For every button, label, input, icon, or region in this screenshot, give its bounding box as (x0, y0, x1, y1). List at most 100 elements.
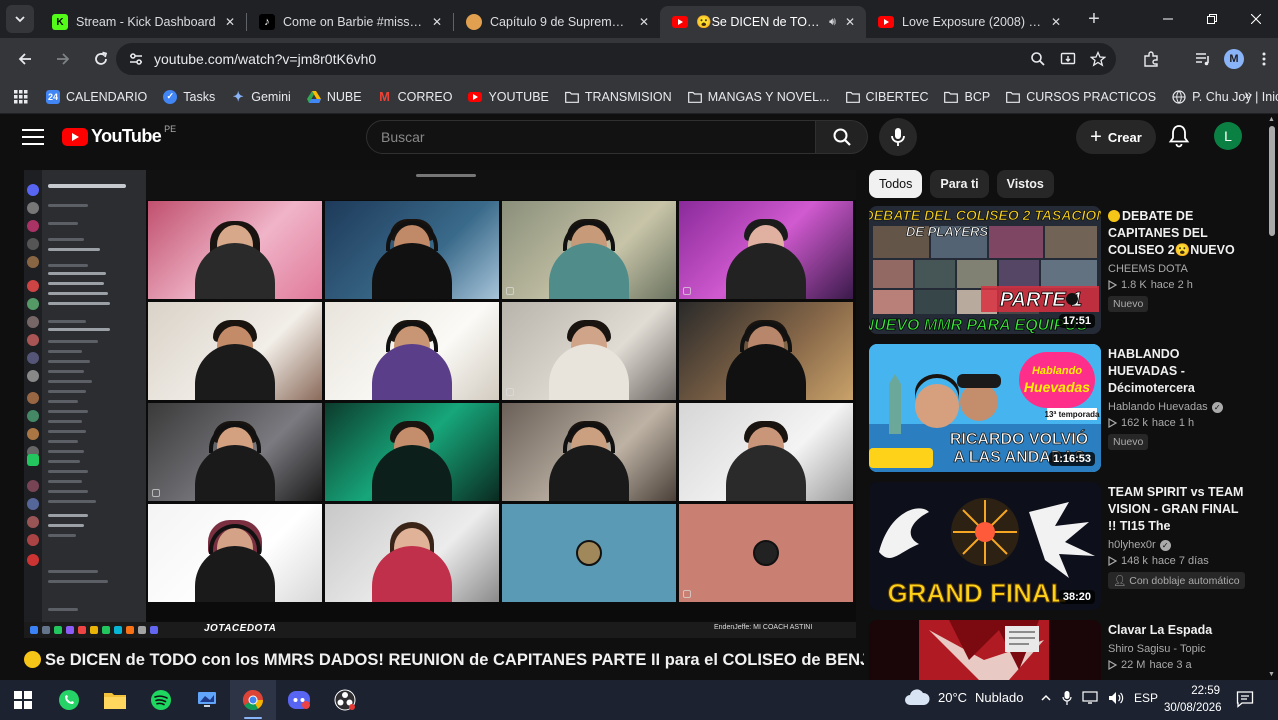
bookmark-folder-cibertec[interactable]: CIBERTEC (838, 84, 937, 110)
close-icon[interactable]: ✕ (222, 14, 238, 30)
video-thumbnail[interactable]: GRAND FINAL 38:20 (869, 482, 1101, 610)
language-indicator[interactable]: ESP (1134, 691, 1158, 705)
video-title[interactable]: TEAM SPIRIT vs TEAM VISION - GRAN FINAL … (1108, 484, 1246, 535)
bookmark-label: P. Chu Joy | Inicio (1192, 89, 1278, 104)
close-icon[interactable]: ✕ (842, 14, 858, 30)
recommended-video[interactable]: Hablando Huevadas 13ª temporada RICARDO … (869, 344, 1249, 472)
close-window-button[interactable] (1234, 0, 1278, 38)
start-button[interactable] (0, 680, 46, 720)
video-title[interactable]: HABLANDO HUEVADAS - Décimotercera Tempor… (1108, 346, 1246, 397)
recommended-video[interactable]: Clavar La Espada Shiro Sagisu - Topic 22… (869, 620, 1249, 680)
video-title[interactable]: Clavar La Espada (1108, 622, 1246, 639)
desktop-app-icon (198, 692, 216, 707)
recommended-video[interactable]: GRAND FINAL 38:20 TEAM SPIRIT vs TEAM VI… (869, 482, 1249, 610)
scrollbar-thumb[interactable] (1269, 126, 1275, 236)
tab-search-button[interactable] (6, 5, 34, 33)
speaker-icon[interactable]: 🔊︎ (829, 16, 836, 29)
video-thumbnail[interactable]: Hablando Huevadas 13ª temporada RICARDO … (869, 344, 1101, 472)
channel-name[interactable]: CHEEMS DOTA (1108, 263, 1246, 275)
channel-name[interactable]: Shiro Sagisu - Topic (1108, 643, 1246, 655)
chevron-up-icon[interactable] (1040, 692, 1052, 704)
forward-button[interactable] (46, 42, 80, 76)
install-app-icon[interactable] (1060, 51, 1076, 67)
bookmark-folder-mangas[interactable]: MANGAS Y NOVEL... (680, 84, 838, 110)
taskbar-chrome[interactable] (230, 680, 276, 720)
channel-name[interactable]: h0lyhex0r ✓ (1108, 539, 1246, 551)
bookmark-nube[interactable]: NUBE (299, 84, 370, 110)
weather-widget[interactable]: 20°C Nublado (904, 688, 1023, 706)
site-info-icon[interactable] (122, 51, 150, 67)
video-thumbnail[interactable] (869, 620, 1101, 680)
page-scrollbar[interactable]: ▲ ▼ (1266, 114, 1278, 680)
back-button[interactable] (8, 42, 42, 76)
bookmark-tasks[interactable]: ✓ Tasks (155, 84, 223, 110)
folder-icon (687, 90, 702, 104)
upload-age: hace 1 h (1151, 417, 1195, 429)
chip-todos[interactable]: Todos (869, 170, 923, 198)
network-icon[interactable] (1082, 691, 1098, 705)
media-control-icon[interactable] (1194, 50, 1212, 68)
recommended-video[interactable]: DEBATE DEL COLISEO 2 TASACION DE PLAYERS… (869, 206, 1249, 334)
taskbar-whatsapp[interactable] (46, 680, 92, 720)
chip-para-ti[interactable]: Para ti (930, 170, 989, 198)
channel-name[interactable]: Hablando Huevadas ✓ (1108, 401, 1246, 413)
close-icon[interactable]: ✕ (636, 14, 652, 30)
apps-button[interactable] (0, 84, 38, 110)
youtube-logo[interactable]: YouTube PE (62, 124, 176, 147)
taskbar-file-explorer[interactable] (92, 680, 138, 720)
scroll-up-arrow-icon[interactable]: ▲ (1268, 116, 1275, 123)
bookmark-star-icon[interactable] (1090, 51, 1106, 67)
chip-vistos[interactable]: Vistos (996, 170, 1054, 198)
account-avatar[interactable]: L (1214, 122, 1242, 150)
bookmark-folder-bcp[interactable]: BCP (936, 84, 998, 110)
zoom-icon[interactable] (1030, 51, 1046, 67)
taskbar-spotify[interactable] (138, 680, 184, 720)
bookmark-folder-cursos[interactable]: CURSOS PRACTICOS (998, 84, 1164, 110)
video-call-topbar (146, 170, 856, 200)
taskbar-desktop-app[interactable] (184, 680, 230, 720)
microphone-icon[interactable] (1062, 690, 1072, 706)
browser-tab-love-exposure[interactable]: Love Exposure (2008) Sion S ✕ (866, 6, 1072, 38)
scroll-down-arrow-icon[interactable]: ▼ (1268, 671, 1275, 678)
views-play-icon (1108, 556, 1117, 566)
search-input[interactable] (367, 121, 815, 153)
video-info: Clavar La Espada Shiro Sagisu - Topic 22… (1108, 622, 1246, 671)
tab-label: Stream - Kick Dashboard (76, 15, 216, 29)
bookmark-pchujoy[interactable]: P. Chu Joy | Inicio (1164, 84, 1278, 110)
profile-avatar[interactable]: M (1224, 49, 1244, 69)
microphone-icon (891, 128, 905, 146)
more-vert-icon[interactable] (1256, 51, 1272, 67)
search-button[interactable] (816, 120, 868, 154)
bookmark-folder-transmision[interactable]: TRANSMISION (557, 84, 680, 110)
close-icon[interactable]: ✕ (429, 14, 445, 30)
menu-hamburger-icon[interactable] (22, 126, 44, 146)
notification-center-button[interactable] (1236, 690, 1254, 713)
browser-tab-tiktok[interactable]: ♪ Come on Barbie #missasinfo ✕ (247, 6, 453, 38)
close-icon[interactable]: ✕ (1048, 14, 1064, 30)
bookmarks-overflow-button[interactable]: » (1244, 86, 1252, 102)
create-button[interactable]: + Crear (1076, 120, 1156, 154)
reload-button[interactable] (84, 42, 118, 76)
browser-tab-youtube-active[interactable]: 😮Se DICEN de TODO c 🔊︎ ✕ (660, 6, 866, 38)
video-info: HABLANDO HUEVADAS - Décimotercera Tempor… (1108, 346, 1246, 450)
minimize-button[interactable] (1146, 0, 1190, 38)
voice-search-button[interactable] (879, 118, 917, 156)
clock[interactable]: 22:59 30/08/2026 (1164, 683, 1222, 717)
taskbar-obs[interactable] (322, 680, 368, 720)
video-player[interactable]: JOTACEDOTA EndenJeffe: MI COACH ASTINI (24, 170, 856, 638)
bookmark-gemini[interactable]: ✦ Gemini (223, 84, 299, 110)
browser-tab-kick[interactable]: K Stream - Kick Dashboard ✕ (40, 6, 246, 38)
address-bar[interactable]: youtube.com/watch?v=jm8r0tK6vh0 (116, 43, 1116, 75)
volume-icon[interactable] (1108, 691, 1124, 705)
restore-button[interactable] (1190, 0, 1234, 38)
video-title[interactable]: DEBATE DE CAPITANES DEL COLISEO 2😮NUEVO … (1108, 208, 1246, 259)
taskbar-discord[interactable] (276, 680, 322, 720)
video-thumbnail[interactable]: DEBATE DEL COLISEO 2 TASACION DE PLAYERS… (869, 206, 1101, 334)
bookmark-calendario[interactable]: 24 CALENDARIO (38, 84, 155, 110)
notifications-button[interactable] (1168, 124, 1190, 153)
browser-tab-manga[interactable]: Capítulo 9 de Supremacía de ✕ (454, 6, 660, 38)
bookmark-youtube[interactable]: YOUTUBE (460, 84, 556, 110)
new-tab-button[interactable]: + (1080, 5, 1108, 33)
extensions-icon[interactable] (1142, 50, 1160, 68)
bookmark-correo[interactable]: M CORREO (370, 84, 461, 110)
